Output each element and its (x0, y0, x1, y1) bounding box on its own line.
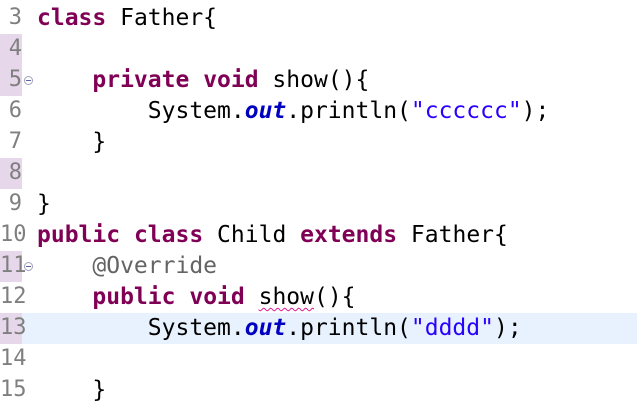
code-line[interactable]: 3 class Father{ (0, 3, 637, 34)
code-line[interactable]: 7 } (0, 127, 637, 158)
code-token: } (37, 191, 51, 217)
code-token: .println( (286, 98, 411, 124)
line-number: 12 (0, 284, 27, 309)
code-line[interactable]: 13 System.out.println("dddd"); (0, 313, 637, 344)
line-number-gutter[interactable]: 6 (0, 96, 22, 127)
code-editor[interactable]: 3 class Father{4 5 private void show(){6 S… (0, 0, 637, 410)
code-token: Child (203, 222, 301, 248)
line-number: 9 (8, 191, 22, 216)
code-line[interactable]: 15 } (0, 375, 637, 406)
code-token: out (244, 315, 287, 341)
code-token: .println( (286, 315, 411, 341)
fold-collapse-icon[interactable] (24, 76, 33, 85)
code-text[interactable]: System.out.println("dddd"); (37, 315, 522, 341)
code-line[interactable]: 9} (0, 189, 637, 220)
code-line[interactable]: 8 (0, 158, 637, 189)
code-token: System. (37, 315, 245, 341)
code-token: "cccccc" (410, 98, 522, 124)
line-number-gutter[interactable]: 12 (0, 282, 27, 313)
code-token: private (92, 67, 190, 93)
code-token: } (37, 129, 107, 155)
code-token: extends (300, 222, 398, 248)
code-token: Father{ (397, 222, 508, 248)
line-number-gutter[interactable]: 5 (0, 65, 22, 96)
code-token: public (37, 222, 121, 248)
code-token: @Override (92, 253, 218, 279)
error-highlight: show (258, 284, 314, 310)
line-number-gutter[interactable]: 7 (0, 127, 22, 158)
code-token: "dddd" (410, 315, 494, 341)
code-line[interactable]: 11 @Override (0, 251, 637, 282)
code-text[interactable]: private void show(){ (37, 67, 369, 93)
line-number: 15 (0, 377, 27, 402)
code-token: out (244, 98, 287, 124)
code-text[interactable]: } (37, 129, 106, 155)
line-number: 5 (8, 67, 22, 92)
code-token: ); (521, 98, 550, 124)
code-token: show(){ (258, 67, 370, 93)
code-token: class (133, 222, 204, 248)
line-number-gutter[interactable]: 10 (0, 220, 27, 251)
line-number-gutter[interactable]: 3 (0, 3, 22, 34)
code-text[interactable]: } (37, 377, 106, 403)
code-token: } (37, 377, 107, 403)
fold-collapse-icon[interactable] (24, 262, 33, 271)
line-number: 13 (0, 315, 27, 340)
code-line[interactable]: 4 (0, 34, 637, 65)
code-text[interactable]: class Father{ (37, 5, 217, 31)
line-number-gutter[interactable]: 8 (0, 158, 22, 189)
line-number: 3 (8, 5, 22, 30)
line-number: 8 (8, 160, 22, 185)
code-token: ); (493, 315, 522, 341)
code-token: Father{ (106, 5, 218, 31)
line-number-gutter[interactable]: 13 (0, 313, 27, 344)
code-token: System. (37, 98, 245, 124)
line-number-gutter[interactable]: 4 (0, 34, 22, 65)
line-number-gutter[interactable]: 9 (0, 189, 22, 220)
line-number-gutter[interactable]: 14 (0, 344, 27, 375)
code-token: void (203, 67, 259, 93)
code-text[interactable]: System.out.println("cccccc"); (37, 98, 550, 124)
line-number: 7 (8, 129, 22, 154)
line-number: 14 (0, 346, 27, 371)
line-number: 6 (8, 98, 22, 123)
code-token: (){ (313, 284, 356, 310)
code-text[interactable]: public void show(){ (37, 284, 356, 310)
line-number-gutter[interactable]: 11 (0, 251, 27, 282)
code-line[interactable]: 5 private void show(){ (0, 65, 637, 96)
code-line[interactable]: 12 public void show(){ (0, 282, 637, 313)
code-text[interactable]: public class Child extends Father{ (37, 222, 508, 248)
line-number-gutter[interactable]: 15 (0, 375, 27, 406)
code-text[interactable]: @Override (37, 253, 217, 279)
line-number: 10 (0, 222, 27, 247)
line-number: 4 (8, 36, 22, 61)
code-line[interactable]: 6 System.out.println("cccccc"); (0, 96, 637, 127)
code-line[interactable]: 10 public class Child extends Father{ (0, 220, 637, 251)
code-line[interactable]: 14 (0, 344, 637, 375)
code-token: public (92, 284, 176, 310)
code-token: void (189, 284, 245, 310)
line-number: 11 (0, 253, 27, 278)
code-text[interactable]: } (37, 191, 51, 217)
code-token: class (37, 5, 107, 31)
